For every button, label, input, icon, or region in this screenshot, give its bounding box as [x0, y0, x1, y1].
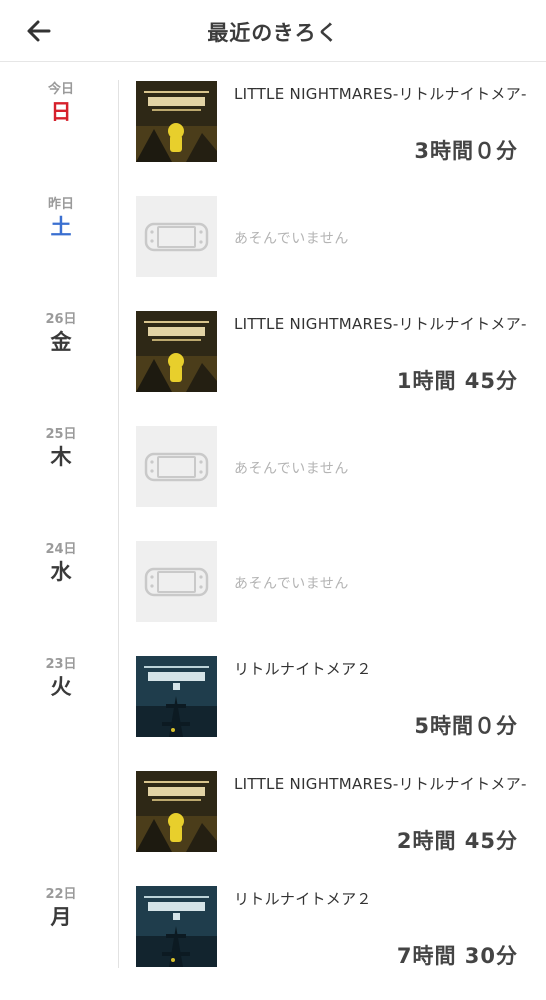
play-record-item[interactable]: LITTLE NIGHTMARES-リトルナイトメア- 2時間 45分 — [136, 771, 536, 853]
play-record-item[interactable]: LITTLE NIGHTMARES-リトルナイトメア- 1時間 45分 — [136, 311, 536, 393]
play-time: 1時間 45分 — [396, 369, 518, 393]
not-played-text: あそんでいません — [234, 461, 349, 477]
play-record-item[interactable]: リトルナイトメア２ 5時間０分 — [136, 656, 536, 738]
no-play-item: あそんでいません — [136, 196, 536, 278]
page-title: 最近のきろく — [207, 21, 339, 45]
day-relative: 24日 — [45, 542, 77, 557]
no-play-item: あそんでいません — [136, 426, 536, 508]
day-relative: 今日 — [47, 82, 74, 97]
play-time: 3時間０分 — [414, 139, 518, 163]
day-label-today: 今日 日 — [30, 82, 92, 125]
game-title: リトルナイトメア２ — [234, 890, 372, 908]
day-relative: 25日 — [45, 427, 77, 442]
placeholder-thumbnail — [136, 196, 217, 277]
day-label-24: 24日 水 — [30, 542, 92, 585]
game-title: LITTLE NIGHTMARES-リトルナイトメア- — [234, 315, 527, 333]
game-thumbnail-little-nightmares — [136, 771, 217, 852]
placeholder-thumbnail — [136, 426, 217, 507]
app-header: 最近のきろく — [0, 0, 546, 62]
placeholder-thumbnail — [136, 541, 217, 622]
play-time: 2時間 45分 — [396, 829, 518, 853]
day-relative: 昨日 — [47, 197, 74, 212]
game-thumbnail-little-nightmares-2 — [136, 656, 217, 737]
play-time: 7時間 30分 — [396, 944, 518, 968]
day-relative: 26日 — [45, 312, 77, 327]
day-label-25: 25日 木 — [30, 427, 92, 470]
play-record-item[interactable]: リトルナイトメア２ 7時間 30分 — [136, 886, 536, 968]
day-label-22: 22日 月 — [30, 887, 92, 930]
day-weekday: 木 — [50, 445, 72, 469]
game-thumbnail-little-nightmares — [136, 311, 217, 392]
play-record-item[interactable]: LITTLE NIGHTMARES-リトルナイトメア- 3時間０分 — [136, 81, 536, 163]
day-relative: 22日 — [45, 887, 77, 902]
day-label-yesterday: 昨日 土 — [30, 197, 92, 240]
day-label-23: 23日 火 — [30, 657, 92, 700]
timeline-line — [118, 80, 119, 968]
game-console-icon — [144, 222, 209, 252]
day-weekday: 金 — [50, 330, 72, 354]
game-title: LITTLE NIGHTMARES-リトルナイトメア- — [234, 775, 527, 793]
game-thumbnail-little-nightmares — [136, 81, 217, 162]
not-played-text: あそんでいません — [234, 576, 349, 592]
day-label-26: 26日 金 — [30, 312, 92, 355]
play-time: 5時間０分 — [414, 714, 518, 738]
not-played-text: あそんでいません — [234, 231, 349, 247]
day-weekday: 月 — [50, 905, 72, 929]
day-weekday: 土 — [50, 215, 72, 239]
game-thumbnail-little-nightmares-2 — [136, 886, 217, 967]
day-weekday: 火 — [50, 675, 72, 699]
day-weekday: 日 — [50, 100, 72, 124]
game-console-icon — [144, 567, 209, 597]
game-console-icon — [144, 452, 209, 482]
no-play-item: あそんでいません — [136, 541, 536, 623]
day-weekday: 水 — [50, 560, 72, 584]
game-title: LITTLE NIGHTMARES-リトルナイトメア- — [234, 85, 527, 103]
day-relative: 23日 — [45, 657, 77, 672]
game-title: リトルナイトメア２ — [234, 660, 372, 678]
